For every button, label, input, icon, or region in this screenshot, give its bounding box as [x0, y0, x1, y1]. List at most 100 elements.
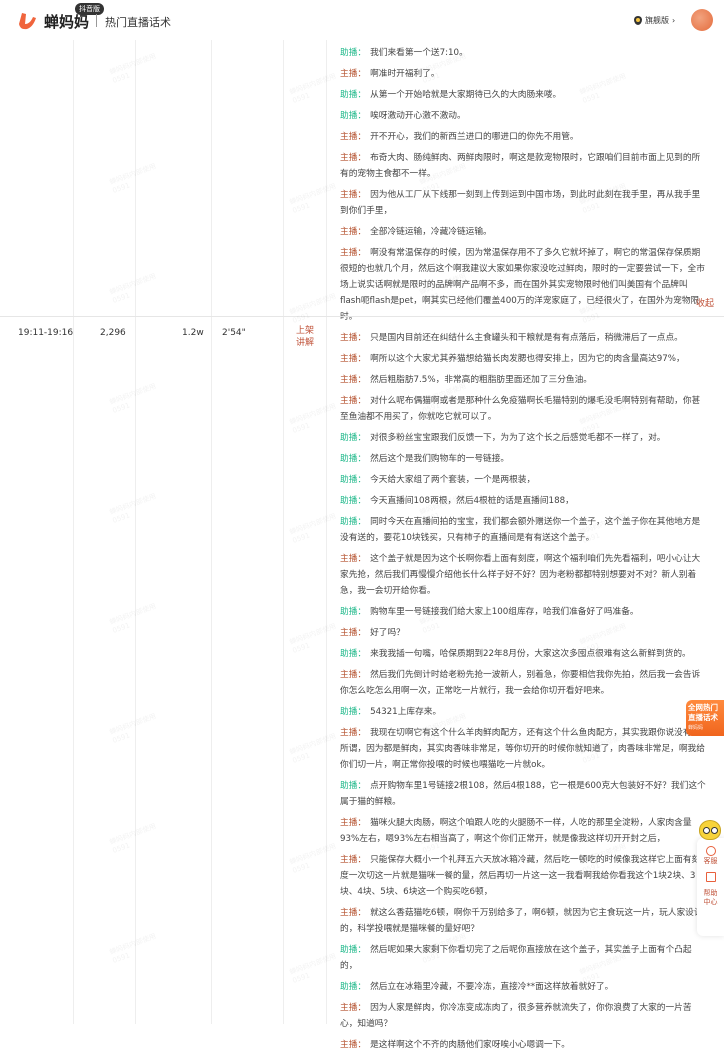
edition-badge: 抖音版	[75, 3, 104, 15]
assistant-label: 助播：	[340, 945, 367, 955]
script-text: 同时今天在直播间拍的宝宝，我们都会额外赠送你一个盖子，这个盖子你在其他地方是没有…	[340, 517, 701, 543]
host-label: 主播：	[340, 818, 367, 828]
customer-service-label: 客服	[703, 857, 718, 865]
script-line: 主播： 好了吗？	[340, 625, 708, 641]
host-label: 主播：	[340, 908, 367, 918]
script-line: 主播： 这个盖子就是因为这个长啊你看上面有刻度，啊这个福利咱们先先看福利，吧小心让…	[340, 551, 708, 599]
qr-code-icon	[705, 872, 716, 882]
product-explain-link[interactable]: 上架讲解	[296, 325, 314, 349]
assistant-label: 助播：	[340, 649, 367, 659]
help-center-button[interactable]: 帮助中心	[704, 883, 718, 907]
script-line: 助播： 我们来看第一个送7:10。	[340, 45, 708, 61]
collapse-button[interactable]: 收起	[696, 296, 714, 309]
host-label: 主播：	[340, 354, 367, 364]
column-divider	[135, 40, 136, 1024]
assistant-label: 助播：	[340, 454, 367, 464]
script-text: 然后呢如果大家剩下你看切完了之后呢你直接放在这个盖子，其实盖子上面有个凸起的，	[340, 945, 692, 971]
script-text: 对什么呢布偶猫啊或者是那种什么免疫猫啊长毛猫特别的爆毛没毛啊特别有帮助，你甚至鱼…	[340, 396, 701, 422]
script-line: 主播： 全部冷链运输，冷藏冷链运输。	[340, 224, 708, 240]
script-line: 助播： 对很多粉丝宝宝跟我们反馈一下，为为了这个长之后感觉毛都不一样了，对。	[340, 430, 708, 446]
script-text: 我们来看第一个送7:10。	[370, 48, 468, 58]
column-divider	[326, 40, 327, 1024]
host-label: 主播：	[340, 227, 367, 237]
script-line: 主播： 猫咪火腿大肉肠，啊这个咱跟人吃的火腿肠不一样，人吃的那里全淀粉，人家肉含量…	[340, 815, 708, 847]
script-text: 开不开心，我们的新西兰进口的哪进口的你先不用管。	[370, 132, 579, 142]
script-text: 就这么香菇猫吃6顿，啊你千万别给多了，啊6顿，就因为它主食玩这一片，玩人家设计的…	[340, 908, 703, 934]
script-line: 主播： 因为人家是鲜肉，你冷冻变成冻肉了，很多营养就流失了，你你浪费了大家的一片苦…	[340, 1000, 708, 1032]
script-text: 布奇大肉、肠纯鲜肉、两鲜肉限时，啊这是款宠物限时，它跟咱们目前市面上见到的所有的…	[340, 153, 701, 179]
user-avatar[interactable]	[691, 9, 713, 31]
host-label: 主播：	[340, 153, 367, 163]
chanmama-logo-icon[interactable]	[16, 10, 38, 32]
host-label: 主播：	[340, 1040, 367, 1050]
script-text: 因为他从工厂从下线那一刻到上传到运到中国市场，到此时此刻在我手里，再从我手里到你…	[340, 190, 701, 216]
badge-line-1: 全网热门	[688, 703, 718, 712]
script-line: 主播： 只是国内目前还在纠结什么主食罐头和干粮就是有有点落后，稍微滞后了一点点。	[340, 330, 708, 346]
assistant-label: 助播：	[340, 433, 367, 443]
script-text: 今天直播间108两根，然后4根桩的话是直播间188，	[370, 496, 574, 506]
host-label: 主播：	[340, 333, 367, 343]
script-text: 只能保存大概小一个礼拜五六天放冰箱冷藏，然后吃一顿吃的时候像我这样它上面有刻度一…	[340, 855, 701, 897]
script-text: 今天给大家组了两个套装，一个是两根装，	[370, 475, 536, 485]
script-line: 助播： 54321上库存来。	[340, 704, 708, 720]
qr-code-button[interactable]	[697, 866, 724, 882]
host-label: 主播：	[340, 69, 367, 79]
script-line: 助播： 然后这个是我们购物车的一号链接。	[340, 451, 708, 467]
script-line: 助播： 点开购物车里1号链接2根108，然后4根188，它一根是600克大包装好不…	[340, 778, 708, 810]
script-line: 主播： 因为他从工厂从下线那一刻到上传到运到中国市场，到此时此刻在我手里，再从我手…	[340, 187, 708, 219]
script-line: 助播： 从第一个开始哈就是大家期待已久的大肉肠来喽。	[340, 87, 708, 103]
script-text: 来我我插一句嘴，哈保质期到22年8月份，大家这次多囤点很难有这么新鲜到货的。	[370, 649, 691, 659]
script-table: 助播： 我们来看第一个送7:10。 主播： 啊准时开福利了。 助播： 从第一个开始哈就是大…	[0, 40, 724, 1050]
hot-scripts-float-badge[interactable]: 全网热门 直播话术 蝉妈妈	[686, 700, 724, 736]
column-divider	[211, 40, 212, 1024]
script-text: 因为人家是鲜肉，你冷冻变成冻肉了，很多营养就流失了，你你浪费了大家的一片苦心，知…	[340, 1003, 692, 1029]
vip-diamond-icon	[634, 16, 642, 25]
chevron-right-icon: ›	[672, 16, 676, 25]
script-line: 主播： 我现在切啊它有这个什么羊肉鲜肉配方，还有这个什么鱼肉配方，其实我跟你说没有…	[340, 725, 708, 773]
script-line: 主播： 啊所以这个大家尤其养猫想给猫长肉发腮也得安排上，因为它的肉含量高达97%，	[340, 351, 708, 367]
script-text: 然后这个是我们购物车的一号链接。	[370, 454, 510, 464]
badge-sub: 蝉妈妈	[688, 725, 704, 731]
assistant-label: 助播：	[340, 517, 367, 527]
host-label: 主播：	[340, 855, 367, 865]
duration: 2'54"	[222, 328, 246, 338]
script-text: 然后粗脂肪7.5%，非常高的粗脂肪里面还加了三分鱼油。	[370, 375, 592, 385]
vip-plan-link[interactable]: 旗舰版 ›	[634, 15, 675, 26]
script-text: 点开购物车里1号链接2根108，然后4根188，它一根是600克大包装好不好？我…	[340, 781, 706, 807]
script-text: 啊所以这个大家尤其养猫想给猫长肉发腮也得安排上，因为它的肉含量高达97%，	[370, 354, 685, 364]
time-range: 19:11-19:16	[18, 328, 74, 338]
host-label: 主播：	[340, 728, 367, 738]
script-text: 然后立在冰箱里冷藏，不要冷冻，直接冷**面这样放着就好了。	[370, 982, 614, 992]
script-text: 从第一个开始哈就是大家期待已久的大肉肠来喽。	[370, 90, 562, 100]
page-title: 热门直播话术	[105, 16, 171, 29]
script-text: 啊准时开福利了。	[370, 69, 440, 79]
script-text: 全部冷链运输，冷藏冷链运输。	[370, 227, 492, 237]
help-side-panel: 客服 帮助中心	[697, 838, 724, 936]
column-divider	[73, 40, 74, 1024]
badge-line-2: 直播话术	[688, 713, 718, 722]
viewer-count: 2,296	[100, 328, 126, 338]
host-label: 主播：	[340, 396, 367, 406]
host-label: 主播：	[340, 628, 367, 638]
host-label: 主播：	[340, 132, 367, 142]
script-text: 这个盖子就是因为这个长啊你看上面有刻度，啊这个福利咱们先先看福利，吧小心让大家先…	[340, 554, 701, 596]
headset-icon	[705, 846, 716, 856]
script-text: 猫咪火腿大肉肠，啊这个咱跟人吃的火腿肠不一样，人吃的那里全淀粉，人家肉含量93%…	[340, 818, 692, 844]
script-content-row-1: 助播： 我们来看第一个送7:10。 主播： 啊准时开福利了。 助播： 从第一个开始哈就是大…	[340, 45, 708, 330]
vip-label: 旗舰版	[645, 16, 669, 25]
script-text: 好了吗？	[370, 628, 405, 638]
host-label: 主播：	[340, 248, 367, 258]
script-line: 助播： 今天直播间108两根，然后4根桩的话是直播间188，	[340, 493, 708, 509]
assistant-label: 助播：	[340, 48, 367, 58]
script-text: 54321上库存来。	[370, 707, 442, 717]
script-line: 助播： 购物车里一号链接我们给大家上100组库存，哈我们准备好了吗准备。	[340, 604, 708, 620]
customer-service-button[interactable]: 客服	[697, 838, 724, 866]
sales-value: 1.2w	[182, 328, 204, 338]
script-text: 是这样啊这个不齐的肉肠他们家呀唉小心嗯调一下。	[370, 1040, 570, 1050]
mascot-icon[interactable]	[699, 820, 721, 840]
script-line: 主播： 啊没有常温保存的时候，因为常温保存用不了多久它就坏掉了，啊它的常温保存保质…	[340, 245, 708, 325]
script-line: 主播： 开不开心，我们的新西兰进口的哪进口的你先不用管。	[340, 129, 708, 145]
script-line: 助播： 来我我插一句嘴，哈保质期到22年8月份，大家这次多囤点很难有这么新鲜到货的…	[340, 646, 708, 662]
script-line: 主播： 对什么呢布偶猫啊或者是那种什么免疫猫啊长毛猫特别的爆毛没毛啊特别有帮助，你…	[340, 393, 708, 425]
script-text: 唉呀激动开心激不激动。	[370, 111, 466, 121]
